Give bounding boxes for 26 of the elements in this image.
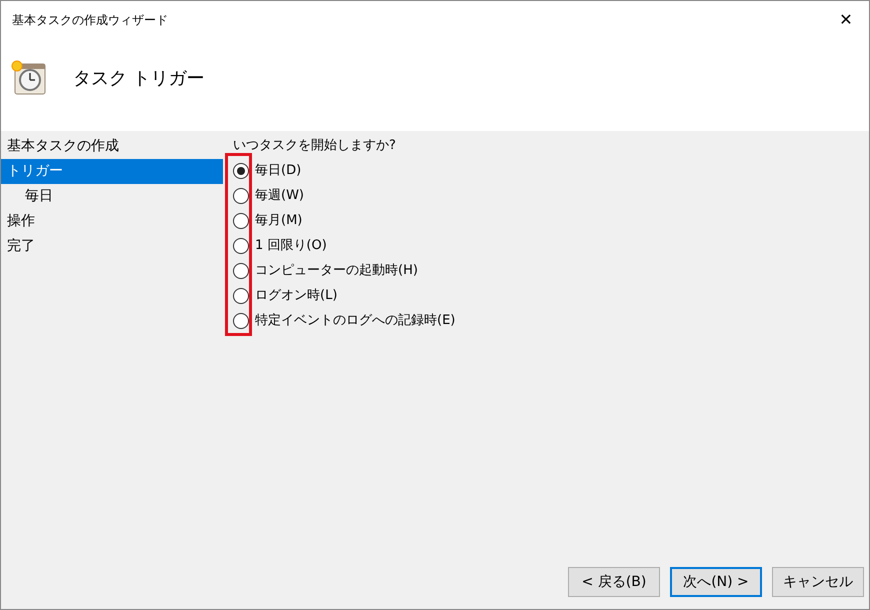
wizard-button[interactable]: < 戻る(B) — [568, 567, 660, 597]
option-label[interactable]: 1 回限り(O) — [255, 236, 327, 256]
radio-button[interactable] — [233, 312, 249, 328]
radio-button[interactable] — [233, 212, 249, 228]
question-label: いつタスクを開始しますか? — [233, 137, 397, 155]
radio-button[interactable] — [233, 162, 249, 178]
sidebar-item[interactable]: 操作 — [1, 209, 223, 234]
close-button[interactable]: ✕ — [823, 1, 869, 39]
wizard-button[interactable]: キャンセル — [772, 567, 864, 597]
sidebar-item[interactable]: トリガー — [1, 159, 223, 184]
option-label[interactable]: 毎週(W) — [255, 186, 304, 206]
sidebar-item[interactable]: 基本タスクの作成 — [1, 134, 223, 159]
sidebar-item[interactable]: 完了 — [1, 234, 223, 259]
radio-button[interactable] — [233, 238, 249, 254]
option-label[interactable]: コンピューターの起動時(H) — [255, 260, 418, 280]
option-label[interactable]: 毎月(M) — [255, 210, 302, 230]
radio-button[interactable] — [233, 262, 249, 278]
sidebar-item[interactable]: 毎日 — [1, 184, 223, 209]
page-heading: タスク トリガー — [73, 66, 205, 90]
option-label[interactable]: 特定イベントのログへの記録時(E) — [255, 310, 456, 330]
radio-button[interactable] — [233, 188, 249, 204]
option-label[interactable]: ログオン時(L) — [255, 286, 338, 306]
window-title: 基本タスクの作成ウィザード — [11, 12, 168, 29]
option-label[interactable]: 毎日(D) — [255, 160, 302, 180]
radio-button[interactable] — [233, 288, 249, 304]
wizard-button[interactable]: 次へ(N) > — [670, 567, 762, 597]
